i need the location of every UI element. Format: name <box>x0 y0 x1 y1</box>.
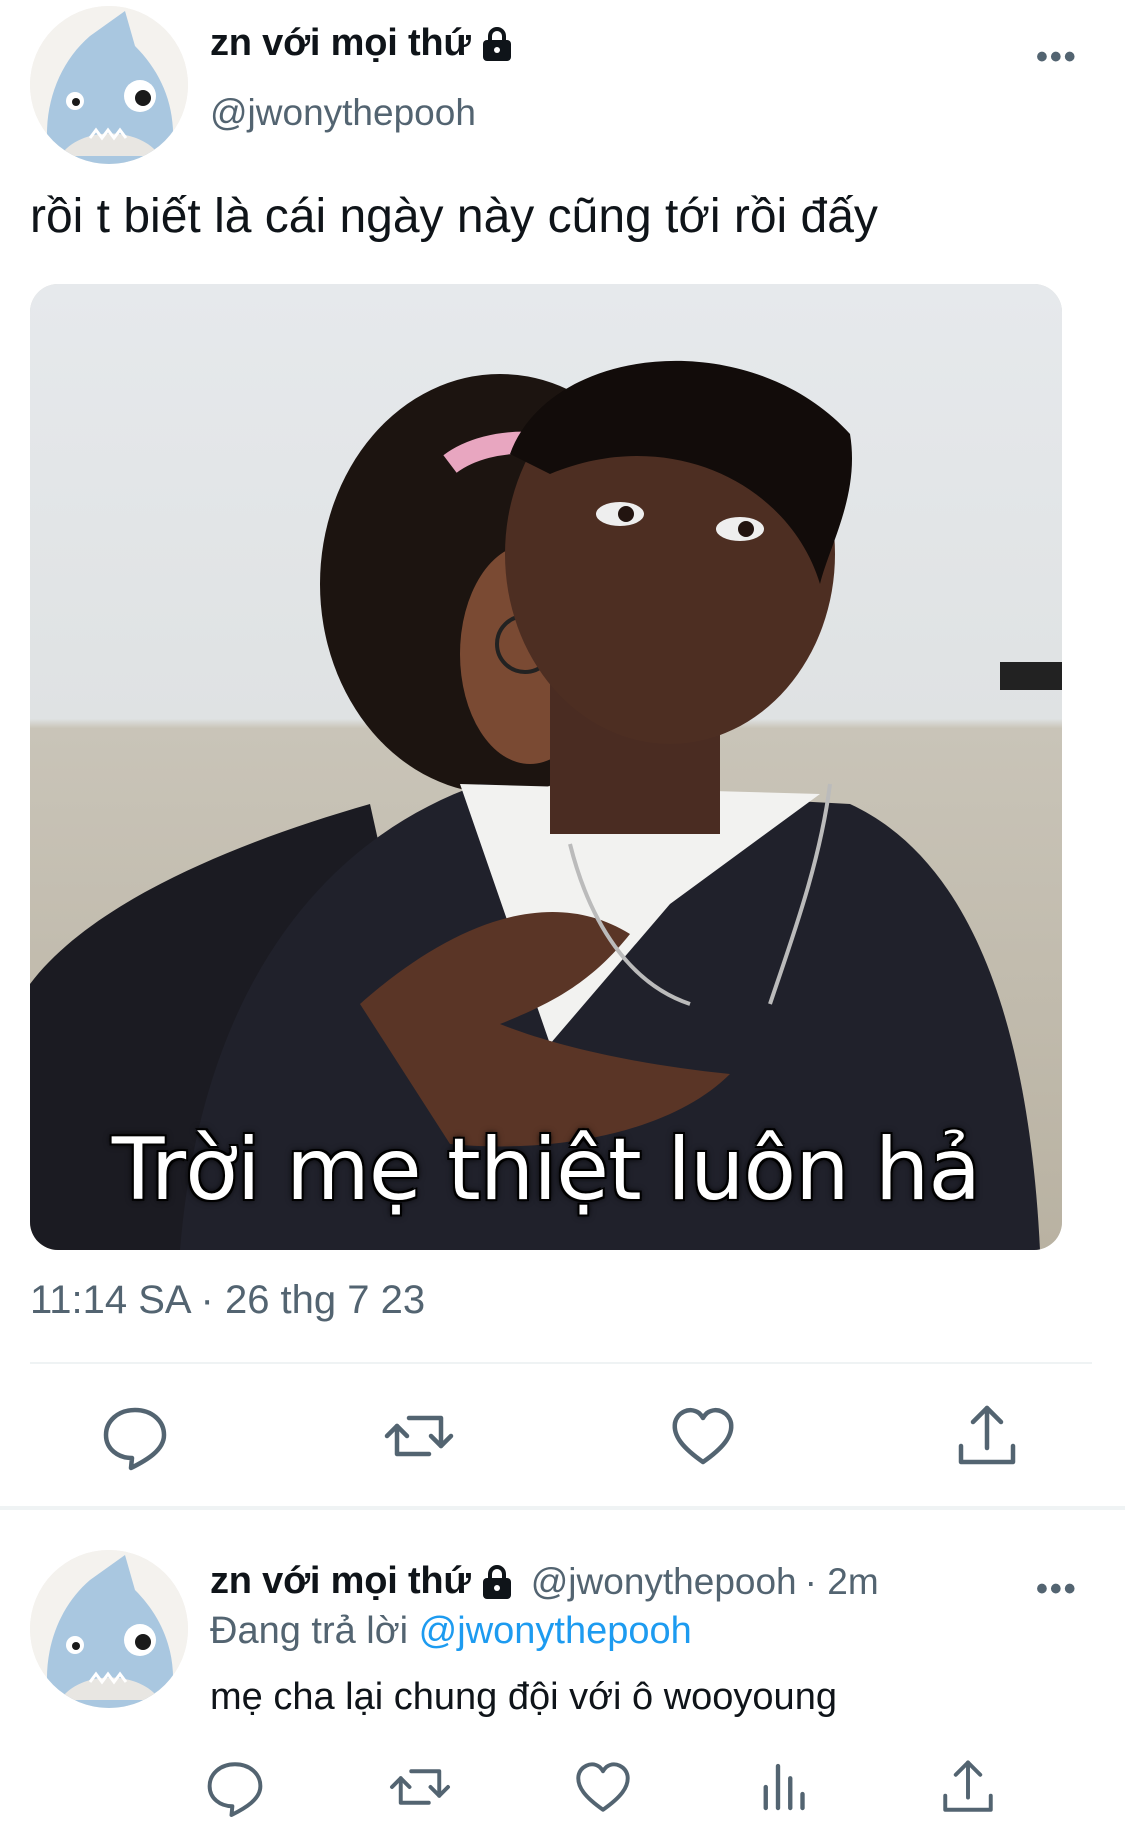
divider <box>30 1362 1092 1364</box>
lock-icon <box>479 25 515 63</box>
replying-to-line: Đang trả lời @jwonythepooh <box>210 1610 692 1653</box>
reply-time[interactable]: · 2m <box>805 1561 879 1603</box>
like-icon[interactable] <box>663 1396 743 1476</box>
more-options-icon[interactable]: ••• <box>1036 38 1078 77</box>
retweet-icon[interactable] <box>385 1752 455 1822</box>
meme-caption: Trời mẹ thiệt luôn hả <box>111 1120 981 1220</box>
tweet-media[interactable]: Trời mẹ thiệt luôn hả <box>30 284 1062 1250</box>
replying-to-prefix: Đang trả lời <box>210 1610 409 1652</box>
reply-header: zn với mọi thứ @jwonythepooh · 2m <box>210 1560 879 1603</box>
author-name-row[interactable]: zn với mọi thứ <box>210 22 515 65</box>
like-icon[interactable] <box>568 1752 638 1822</box>
avatar[interactable] <box>30 6 188 164</box>
reply-avatar[interactable] <box>30 1550 188 1708</box>
retweet-icon[interactable] <box>379 1396 459 1476</box>
replying-to-mention[interactable]: @jwonythepooh <box>419 1610 692 1652</box>
reply-text: mẹ cha lại chung đội với ô wooyoung <box>210 1676 837 1718</box>
reply-more-options-icon[interactable]: ••• <box>1036 1570 1078 1609</box>
views-icon[interactable] <box>750 1752 820 1822</box>
tweet-text: rồi t biết là cái ngày này cũng tới rồi … <box>30 190 878 243</box>
lock-icon <box>479 1563 515 1601</box>
shark-avatar-image <box>30 1550 188 1708</box>
section-divider <box>0 1506 1125 1510</box>
share-icon[interactable] <box>947 1396 1027 1476</box>
reply-icon[interactable] <box>200 1752 270 1822</box>
reply-author-handle[interactable]: @jwonythepooh <box>531 1561 797 1603</box>
reply-icon[interactable] <box>95 1396 175 1476</box>
reply-author-name[interactable]: zn với mọi thứ <box>210 1560 471 1603</box>
meme-image <box>30 284 1062 1250</box>
shark-avatar-image <box>30 6 188 164</box>
share-icon[interactable] <box>933 1752 1003 1822</box>
author-handle[interactable]: @jwonythepooh <box>210 92 476 134</box>
author-name[interactable]: zn với mọi thứ <box>210 22 471 65</box>
tweet-timestamp[interactable]: 11:14 SA · 26 thg 7 23 <box>30 1278 425 1323</box>
